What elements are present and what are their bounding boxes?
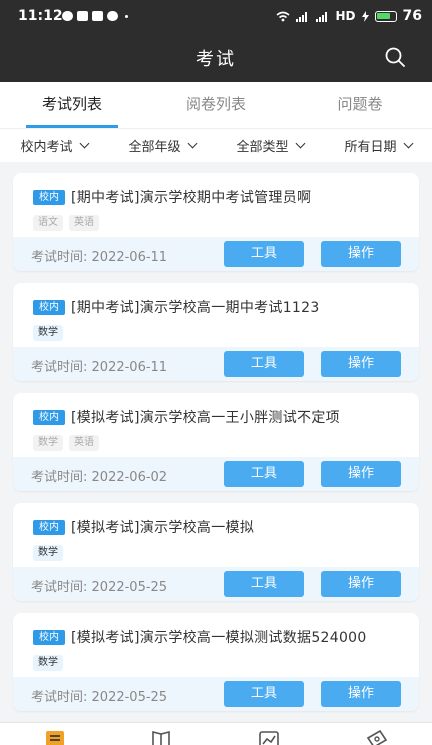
exam-title: [期中考试]演示学校高一期中考试1123 [71,300,320,316]
exam-card[interactable]: 校内 [模拟考试]演示学校高一王小胖测试不定项 数学 英语 考试时间: 2022… [13,393,419,491]
exam-title: [模拟考试]演示学校高一模拟测试数据524000 [71,630,367,646]
ticket-icon[interactable] [366,730,388,745]
chevron-down-icon [79,138,89,149]
signal-2-icon [315,11,327,22]
chevron-down-icon [295,138,305,149]
subject-tags: 语文 英语 [33,215,419,231]
filter-label: 所有日期 [344,140,397,155]
battery-icon [374,10,397,22]
subject-tag: 英语 [69,215,99,231]
filter-label: 全部类型 [236,140,289,155]
exam-card[interactable]: 校内 [模拟考试]演示学校高一模拟测试数据524000 数学 考试时间: 202… [13,613,419,711]
exam-scope-badge: 校内 [33,189,65,205]
tab-exam-list[interactable]: 考试列表 [0,82,144,128]
chart-icon[interactable] [258,730,280,745]
exam-title: [期中考试]演示学校期中考试管理员啊 [71,190,312,206]
subject-tag: 数学 [33,325,63,341]
operate-button[interactable]: 操作 [321,241,401,267]
exam-time-label: 考试时间: [31,360,88,375]
filter-date[interactable]: 所有日期 [324,129,432,162]
app-header: 考试 [0,32,432,82]
exam-time-value: 2022-06-02 [91,470,168,485]
notification-icons [62,11,128,21]
message-icon [62,11,73,21]
exam-time-value: 2022-06-11 [91,250,168,265]
exam-scope-badge: 校内 [33,629,65,645]
operate-button[interactable]: 操作 [321,571,401,597]
status-bar: 11:12 HD 76 [0,0,432,32]
exam-card[interactable]: 校内 [期中考试]演示学校期中考试管理员啊 语文 英语 考试时间: 2022-0… [13,173,419,271]
exam-time-value: 2022-05-25 [91,580,168,595]
exam-scope-badge: 校内 [33,519,65,535]
app-notification-icon [77,11,88,21]
signal-icon [295,11,307,22]
page-title: 考试 [196,49,236,70]
exam-time-label: 考试时间: [31,250,88,265]
subject-tag: 数学 [33,655,63,671]
exam-time: 考试时间: 2022-05-25 [31,686,167,705]
tab-grading-list[interactable]: 阅卷列表 [144,82,288,128]
exam-time: 考试时间: 2022-06-02 [31,466,167,485]
exam-title: [模拟考试]演示学校高一王小胖测试不定项 [71,410,340,426]
more-dot-icon [125,14,128,18]
exam-time-value: 2022-05-25 [91,690,168,705]
filter-type[interactable]: 全部类型 [216,129,324,162]
tab-bar: 考试列表 阅卷列表 问题卷 [0,82,432,128]
tools-button[interactable]: 工具 [224,571,304,597]
filter-grade[interactable]: 全部年级 [108,129,216,162]
filter-exam-scope[interactable]: 校内考试 [0,129,108,162]
exam-time-value: 2022-06-11 [91,360,168,375]
chevron-down-icon [403,138,413,149]
exam-list-icon[interactable] [44,730,66,745]
exam-time-label: 考试时间: [31,580,88,595]
exam-time-label: 考试时间: [31,690,88,705]
status-time: 11:12 [18,8,63,24]
exam-time-label: 考试时间: [31,470,88,485]
subject-tag: 数学 [33,435,63,451]
tools-button[interactable]: 工具 [224,461,304,487]
tools-button[interactable]: 工具 [224,351,304,377]
system-icons: HD 76 [275,8,422,24]
subject-tags: 数学 [33,655,419,671]
subject-tags: 数学 [33,325,419,341]
charging-icon [361,10,369,22]
filter-bar: 校内考试 全部年级 全部类型 所有日期 [0,128,432,162]
bottom-nav [0,722,432,745]
exam-time: 考试时间: 2022-06-11 [31,356,167,375]
network-type: HD [335,9,356,23]
battery-level: 76 [402,8,422,24]
subject-tags: 数学 英语 [33,435,419,451]
gallery-notification-icon [92,11,103,21]
exam-card[interactable]: 校内 [模拟考试]演示学校高一模拟 数学 考试时间: 2022-05-25 工具… [13,503,419,601]
exam-scope-badge: 校内 [33,409,65,425]
exam-title: [模拟考试]演示学校高一模拟 [71,520,255,536]
tab-problem-papers[interactable]: 问题卷 [288,82,432,128]
subject-tags: 数学 [33,545,419,561]
operate-button[interactable]: 操作 [321,461,401,487]
subject-tag: 语文 [33,215,63,231]
exam-card[interactable]: 校内 [期中考试]演示学校高一期中考试1123 数学 考试时间: 2022-06… [13,283,419,381]
book-icon[interactable] [150,730,172,745]
tools-button[interactable]: 工具 [224,681,304,707]
chevron-down-icon [187,138,197,149]
exam-time: 考试时间: 2022-06-11 [31,246,167,265]
operate-button[interactable]: 操作 [321,351,401,377]
operate-button[interactable]: 操作 [321,681,401,707]
exam-scope-badge: 校内 [33,299,65,315]
exam-time: 考试时间: 2022-05-25 [31,576,167,595]
subject-tag: 数学 [33,545,63,561]
subject-tag: 英语 [69,435,99,451]
search-icon[interactable] [384,46,406,68]
filter-label: 全部年级 [128,140,181,155]
filter-label: 校内考试 [20,140,73,155]
tools-button[interactable]: 工具 [224,241,304,267]
wifi-icon [275,11,290,21]
paw-icon [107,11,118,21]
